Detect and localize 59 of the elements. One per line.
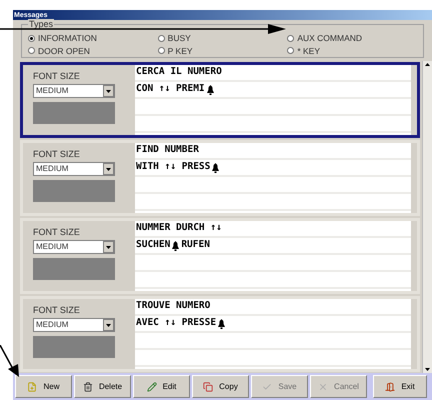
font-size-label: FONT SIZE [33,71,81,82]
close-icon [318,382,328,392]
message-panel[interactable]: FONT SIZE MEDIUM NUMMER DURCH ↑↓ SUCHEN RUFEN [20,218,420,294]
scroll-up-icon[interactable] [423,61,432,67]
bell-icon [172,240,180,250]
radio-option[interactable]: AUX COMMAND [287,32,417,44]
caret-icon [103,241,114,253]
exit-button[interactable]: Exit [373,375,427,398]
font-size-dropdown[interactable]: MEDIUM [33,240,115,254]
caret-icon [103,319,114,331]
color-swatch[interactable] [33,180,115,202]
radio-button[interactable] [28,34,35,42]
color-swatch[interactable] [33,102,115,124]
message-line-field[interactable]: NUMMER DURCH ↑↓ [135,221,411,238]
message-line-field[interactable]: CON ↑↓ PREMI [135,82,411,99]
annotation-arrow [0,345,20,377]
message-line-field[interactable]: TROUVE NUMERO [135,299,411,316]
edit-button[interactable]: Edit [133,375,190,398]
color-swatch[interactable] [33,258,115,280]
radio-button[interactable] [28,47,35,54]
font-size-label: FONT SIZE [33,305,81,316]
trash-icon [82,382,93,392]
radio-option[interactable]: * KEY [287,44,417,57]
delete-button[interactable]: Delete [74,375,131,398]
radio-button[interactable] [287,47,294,54]
font-size-dropdown[interactable]: MEDIUM [33,84,115,98]
message-line-field[interactable]: WITH ↑↓ PRESS [135,160,411,177]
bell-icon [218,318,226,328]
check-icon [262,382,272,392]
caret-icon [103,85,114,97]
copy-button[interactable]: Copy [192,375,249,398]
message-line-field[interactable]: SUCHEN RUFEN [135,238,411,255]
radio-option[interactable]: P KEY [158,44,288,57]
message-line-field[interactable]: AVEC ↑↓ PRESSE [135,316,411,333]
radio-button[interactable] [158,34,165,42]
scrollbar[interactable] [422,61,432,373]
font-size-label: FONT SIZE [33,227,81,238]
font-size-dropdown[interactable]: MEDIUM [33,318,115,332]
message-line-field[interactable]: FIND NUMBER [135,143,411,160]
new-file-icon [27,382,38,392]
message-line-field[interactable]: CERCA IL NUMERO [135,65,411,82]
radio-option[interactable]: BUSY [158,32,288,44]
bell-icon [206,84,214,94]
message-panel[interactable]: FONT SIZE MEDIUM CERCA IL NUMERO CON ↑↓ PREMI [20,62,420,138]
font-size-dropdown[interactable]: MEDIUM [33,162,115,176]
radio-button[interactable] [158,47,165,54]
color-swatch[interactable] [33,336,115,358]
bell-icon [212,162,220,172]
pencil-icon [146,382,157,392]
message-panel[interactable]: FONT SIZE MEDIUM TROUVE NUMERO AVEC ↑↓ PRESSE [20,296,420,372]
caret-icon [103,163,114,175]
copy-icon [203,382,214,392]
radio-option[interactable]: DOOR OPEN [28,44,158,57]
radio-option[interactable]: INFORMATION [28,32,158,44]
message-panel[interactable]: FONT SIZE MEDIUM FIND NUMBER WITH ↑↓ PRESS [20,140,420,216]
font-size-label: FONT SIZE [33,149,81,160]
door-icon [385,382,396,392]
radio-button[interactable] [287,34,294,42]
new-button[interactable]: New [15,375,72,398]
